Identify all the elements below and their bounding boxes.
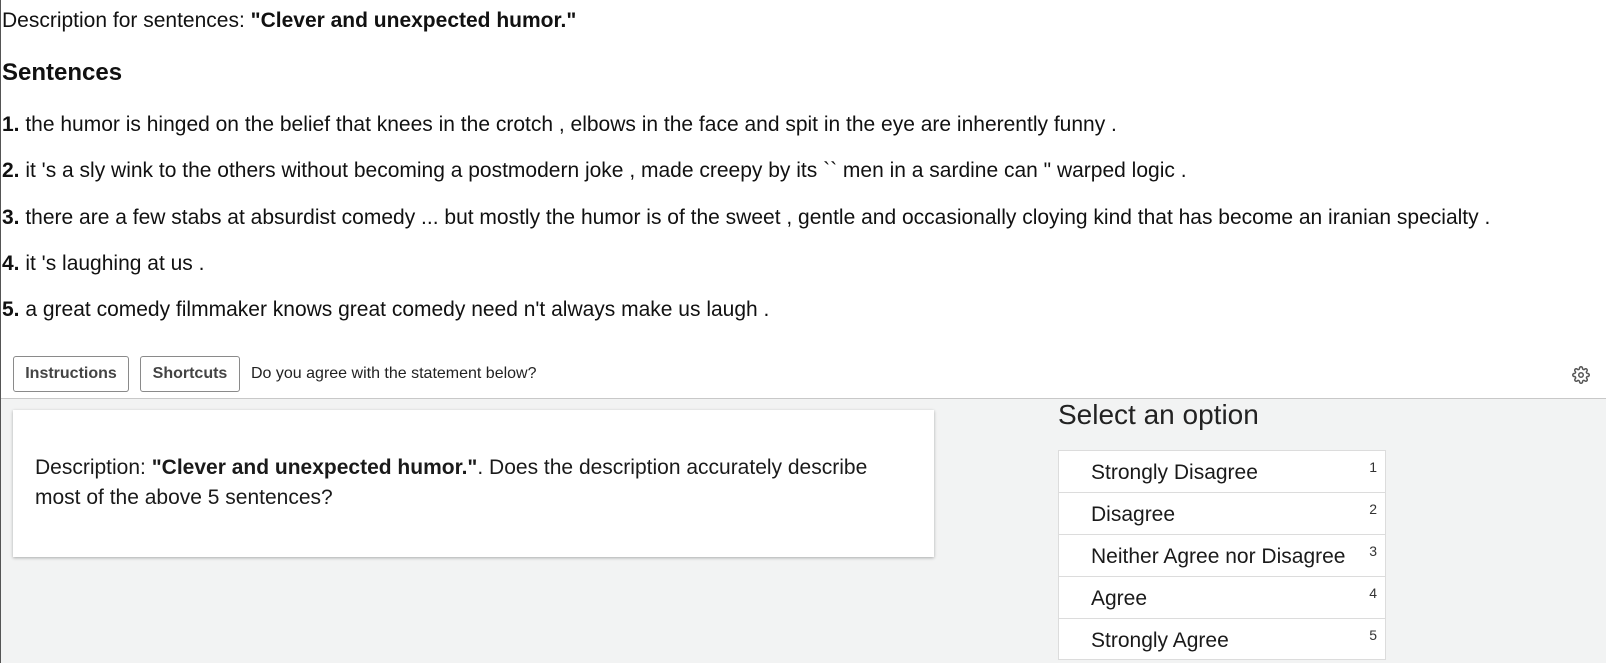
description-quote: "Clever and unexpected humor." <box>250 9 577 32</box>
sentence-text: the humor is hinged on the belief that k… <box>19 113 1117 136</box>
option-neither[interactable]: Neither Agree nor Disagree 3 <box>1058 534 1386 576</box>
option-shortcut-key: 5 <box>1369 627 1377 643</box>
sentence-text: it 's a sly wink to the others without b… <box>19 159 1187 182</box>
option-label: Agree <box>1091 587 1148 610</box>
option-list: Strongly Disagree 1 Disagree 2 Neither A… <box>1058 450 1386 660</box>
description-prefix: Description for sentences: <box>2 9 251 32</box>
instructions-button[interactable]: Instructions <box>13 356 129 392</box>
option-label: Strongly Agree <box>1091 629 1229 652</box>
sentence-item: 2. it 's a sly wink to the others withou… <box>2 159 1187 183</box>
shortcuts-button[interactable]: Shortcuts <box>140 356 240 392</box>
select-option-title: Select an option <box>1058 399 1259 430</box>
option-strongly-disagree[interactable]: Strongly Disagree 1 <box>1058 450 1386 492</box>
statement-quote: "Clever and unexpected humor." <box>151 456 478 479</box>
sentence-number: 1. <box>2 113 20 136</box>
option-shortcut-key: 4 <box>1369 585 1377 601</box>
option-disagree[interactable]: Disagree 2 <box>1058 492 1386 534</box>
sentences-heading: Sentences <box>2 59 123 86</box>
left-border-line <box>0 0 1 663</box>
statement-prefix: Description: <box>35 456 152 479</box>
toolbar: Instructions Shortcuts Do you agree with… <box>0 356 1606 398</box>
sentence-item: 3. there are a few stabs at absurdist co… <box>2 206 1490 230</box>
statement-card: Description: "Clever and unexpected humo… <box>13 410 934 557</box>
option-label: Strongly Disagree <box>1091 461 1258 484</box>
sentences-panel: Description for sentences: "Clever and u… <box>0 0 1606 398</box>
gear-icon[interactable] <box>1572 366 1590 384</box>
statement-text: Description: "Clever and unexpected humo… <box>35 453 915 513</box>
sentence-text: a great comedy filmmaker knows great com… <box>19 298 770 321</box>
sentence-number: 2. <box>2 159 20 182</box>
sentence-text: it 's laughing at us . <box>19 252 205 275</box>
option-agree[interactable]: Agree 4 <box>1058 576 1386 618</box>
sentence-item: 1. the humor is hinged on the belief tha… <box>2 113 1117 137</box>
sentence-number: 5. <box>2 298 20 321</box>
sentence-item: 4. it 's laughing at us . <box>2 252 204 276</box>
sentence-number: 4. <box>2 252 20 275</box>
option-label: Disagree <box>1091 503 1176 526</box>
option-strongly-agree[interactable]: Strongly Agree 5 <box>1058 618 1386 660</box>
description-line: Description for sentences: "Clever and u… <box>2 9 576 33</box>
question-prompt: Do you agree with the statement below? <box>251 365 537 382</box>
sentence-item: 5. a great comedy filmmaker knows great … <box>2 298 769 322</box>
option-shortcut-key: 3 <box>1369 543 1377 559</box>
option-label: Neither Agree nor Disagree <box>1091 545 1346 568</box>
sentence-text: there are a few stabs at absurdist comed… <box>19 206 1491 229</box>
option-shortcut-key: 1 <box>1369 459 1377 475</box>
option-shortcut-key: 2 <box>1369 501 1377 517</box>
annotation-area: Description: "Clever and unexpected humo… <box>0 399 1606 663</box>
sentence-number: 3. <box>2 206 20 229</box>
